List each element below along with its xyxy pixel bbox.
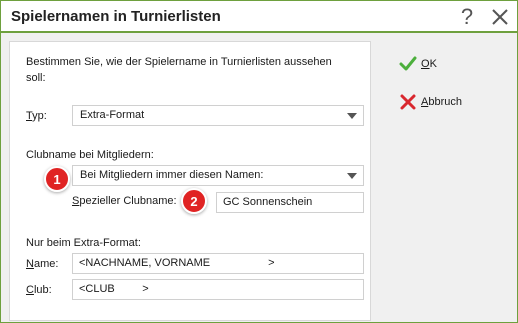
chevron-down-icon — [347, 113, 357, 119]
x-icon — [399, 93, 417, 111]
close-icon — [492, 9, 508, 25]
ok-button-label: OK — [421, 58, 437, 70]
close-button[interactable] — [487, 4, 513, 30]
help-icon: ? — [460, 4, 474, 29]
clubname-dropdown-value: Bei Mitgliedern immer diesen Namen: — [80, 169, 264, 181]
typ-dropdown-value: Extra-Format — [80, 109, 145, 121]
name-format-input[interactable]: <NACHNAME, VORNAME > — [72, 253, 364, 274]
intro-text: Bestimmen Sie, wie der Spielername in Tu… — [26, 56, 332, 84]
clubname-dropdown[interactable]: Bei Mitgliedern immer diesen Namen: — [72, 165, 364, 186]
name-label: Name: — [26, 258, 59, 270]
special-clubname-label: Spezieller Clubname: — [72, 195, 177, 207]
callout-badge-1: 1 — [44, 166, 70, 192]
club-format-input[interactable]: <CLUB > — [72, 279, 364, 300]
ok-button[interactable]: OK — [399, 53, 437, 75]
clubname-section-label: Clubname bei Mitgliedern: — [26, 149, 154, 161]
extra-format-label: Nur beim Extra-Format: — [26, 237, 141, 249]
club-label: Club: — [26, 284, 52, 296]
callout-badge-2: 2 — [181, 188, 207, 214]
dialog-window: Spielernamen in Turnierlisten ? Bestimme… — [0, 0, 518, 323]
help-button[interactable]: ? — [454, 4, 480, 30]
special-clubname-input[interactable]: GC Sonnenschein — [216, 192, 364, 213]
typ-label: Typ: — [26, 110, 47, 122]
cancel-button[interactable]: Abbruch — [399, 91, 462, 113]
window-title: Spielernamen in Turnierlisten — [11, 8, 221, 25]
typ-dropdown[interactable]: Extra-Format — [72, 105, 364, 126]
cancel-button-label: Abbruch — [421, 96, 462, 108]
chevron-down-icon — [347, 173, 357, 179]
checkmark-icon — [399, 55, 417, 73]
title-bar: Spielernamen in Turnierlisten ? — [1, 1, 517, 33]
